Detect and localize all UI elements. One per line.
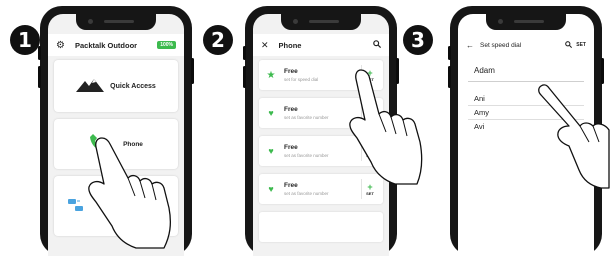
intercom-icon — [66, 196, 88, 216]
heart-icon: ♥ — [268, 184, 274, 194]
quick-access-label: Quick Access — [110, 82, 156, 90]
row-subtitle: set as favorite number — [284, 153, 329, 158]
star-icon: ★ — [266, 69, 276, 81]
gear-icon[interactable]: ⚙ — [56, 40, 65, 51]
search-icon[interactable] — [373, 40, 382, 50]
row-title: Free — [284, 68, 298, 75]
row-subtitle: set for speed dial — [284, 77, 319, 82]
set-button[interactable]: + SET — [361, 179, 378, 199]
step-1-badge: 1 — [10, 25, 40, 55]
set-button-label: SET — [366, 190, 374, 196]
row-title: Free — [284, 106, 298, 113]
row-title: Free — [284, 144, 298, 151]
set-button-label: SET — [366, 152, 374, 158]
row-title: Free — [284, 182, 298, 189]
search-icon[interactable] — [565, 40, 573, 50]
battery-badge: 100% — [157, 41, 176, 49]
contact-item[interactable]: Ani — [474, 94, 485, 103]
set-button-label: SET — [366, 76, 374, 82]
screen-home: ⚙ Packtalk Outdoor 100% Quick Access Pho… — [48, 14, 184, 256]
favorite-row[interactable]: ♥ Free set as favorite number + SET — [259, 136, 383, 166]
phone-icon — [89, 133, 109, 155]
app-bar: ⚙ Packtalk Outdoor 100% — [48, 34, 184, 56]
set-button[interactable]: + SET — [361, 141, 378, 161]
speed-dial-title: Set speed dial — [480, 41, 522, 49]
heart-icon: ♥ — [268, 146, 274, 156]
row-subtitle: set as favorite number — [284, 191, 329, 196]
phone-card[interactable]: Phone — [54, 119, 178, 169]
set-button-label: SET — [366, 114, 374, 120]
set-button[interactable]: + SET — [361, 103, 378, 123]
step-2-badge: 2 — [203, 25, 233, 55]
quick-access-card[interactable]: Quick Access — [54, 60, 178, 112]
step-3-badge: 3 — [403, 25, 433, 55]
phone-label: Phone — [123, 140, 143, 148]
screen-phone: ✕ Phone ★ Free set for speed dial + SET … — [253, 14, 389, 256]
phone-title: Phone — [278, 40, 302, 50]
plus-icon: + — [367, 143, 373, 154]
contact-item[interactable]: Amy — [474, 108, 489, 117]
row-subtitle: set as favorite number — [284, 115, 329, 120]
heart-icon: ♥ — [268, 108, 274, 118]
speed-dial-row[interactable]: ★ Free set for speed dial + SET — [259, 60, 383, 90]
back-arrow-icon[interactable]: ← — [466, 41, 474, 50]
phone-mockup-1: ⚙ Packtalk Outdoor 100% Quick Access Pho… — [38, 6, 194, 256]
contact-search-input[interactable]: Adam — [468, 66, 584, 82]
set-button[interactable]: SET — [576, 42, 586, 48]
plus-icon: + — [367, 105, 373, 116]
app-bar: ✕ Phone — [253, 34, 389, 56]
contact-item[interactable]: Avi — [474, 122, 484, 131]
favorite-row[interactable] — [259, 212, 383, 242]
phone-mockup-2: ✕ Phone ★ Free set for speed dial + SET … — [243, 6, 423, 256]
favorite-row[interactable]: ♥ Free set as favorite number + SET — [259, 174, 383, 204]
favorite-row[interactable]: ♥ Free set as favorite number + SET — [259, 98, 383, 128]
mountain-icon — [76, 78, 105, 94]
screen-speed-dial: ← Set speed dial SET Adam Ani Amy Avi — [458, 14, 594, 256]
close-icon[interactable]: ✕ — [261, 40, 269, 51]
intercom-card[interactable] — [54, 176, 178, 236]
plus-icon: + — [367, 67, 373, 78]
app-bar: ← Set speed dial SET — [458, 34, 594, 56]
plus-icon: + — [367, 181, 373, 192]
app-title: Packtalk Outdoor — [74, 40, 138, 50]
phone-mockup-3: ← Set speed dial SET Adam Ani Amy Avi — [448, 6, 610, 256]
set-button[interactable]: + SET — [361, 65, 378, 85]
